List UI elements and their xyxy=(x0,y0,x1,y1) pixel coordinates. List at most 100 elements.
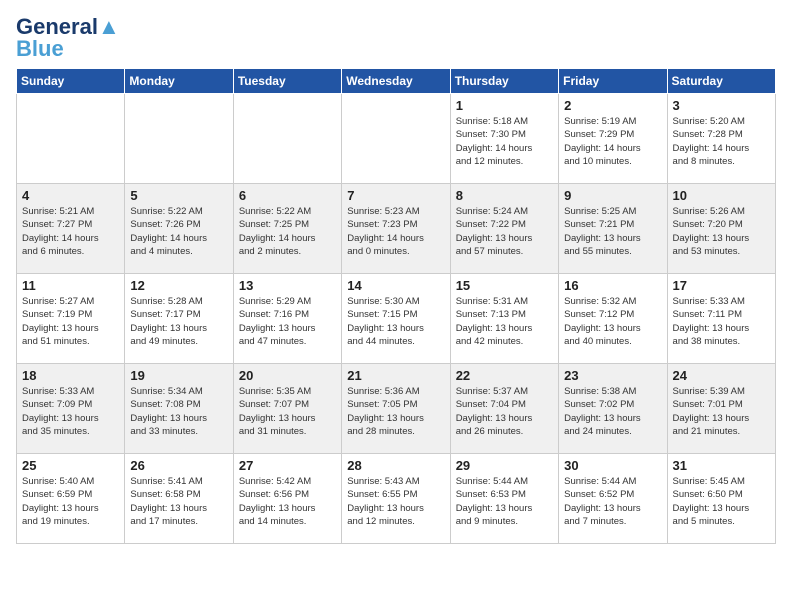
day-number: 25 xyxy=(22,458,119,473)
day-number: 10 xyxy=(673,188,770,203)
calendar-cell: 29 Sunrise: 5:44 AM Sunset: 6:53 PM Dayli… xyxy=(450,454,558,544)
calendar-cell xyxy=(342,94,450,184)
day-number: 18 xyxy=(22,368,119,383)
calendar-cell: 27 Sunrise: 5:42 AM Sunset: 6:56 PM Dayli… xyxy=(233,454,341,544)
day-number: 8 xyxy=(456,188,553,203)
calendar-cell: 10 Sunrise: 5:26 AM Sunset: 7:20 PM Dayli… xyxy=(667,184,775,274)
day-info: Sunrise: 5:30 AM Sunset: 7:15 PM Dayligh… xyxy=(347,295,444,348)
day-header-tuesday: Tuesday xyxy=(233,69,341,94)
day-info: Sunrise: 5:28 AM Sunset: 7:17 PM Dayligh… xyxy=(130,295,227,348)
day-info: Sunrise: 5:27 AM Sunset: 7:19 PM Dayligh… xyxy=(22,295,119,348)
day-number: 5 xyxy=(130,188,227,203)
day-number: 26 xyxy=(130,458,227,473)
day-number: 22 xyxy=(456,368,553,383)
day-info: Sunrise: 5:41 AM Sunset: 6:58 PM Dayligh… xyxy=(130,475,227,528)
calendar-cell: 6 Sunrise: 5:22 AM Sunset: 7:25 PM Daylig… xyxy=(233,184,341,274)
calendar-header: SundayMondayTuesdayWednesdayThursdayFrid… xyxy=(17,69,776,94)
calendar-cell: 25 Sunrise: 5:40 AM Sunset: 6:59 PM Dayli… xyxy=(17,454,125,544)
day-number: 19 xyxy=(130,368,227,383)
day-info: Sunrise: 5:29 AM Sunset: 7:16 PM Dayligh… xyxy=(239,295,336,348)
calendar-cell: 7Sunrise: 5:23 AM Sunset: 7:23 PM Daylig… xyxy=(342,184,450,274)
day-header-sunday: Sunday xyxy=(17,69,125,94)
day-info: Sunrise: 5:34 AM Sunset: 7:08 PM Dayligh… xyxy=(130,385,227,438)
calendar-cell: 21 Sunrise: 5:36 AM Sunset: 7:05 PM Dayli… xyxy=(342,364,450,454)
day-header-friday: Friday xyxy=(559,69,667,94)
calendar-cell xyxy=(233,94,341,184)
calendar-cell: 11 Sunrise: 5:27 AM Sunset: 7:19 PM Dayli… xyxy=(17,274,125,364)
calendar-cell: 4 Sunrise: 5:21 AM Sunset: 7:27 PM Daylig… xyxy=(17,184,125,274)
day-number: 21 xyxy=(347,368,444,383)
calendar-cell: 31Sunrise: 5:45 AM Sunset: 6:50 PM Dayli… xyxy=(667,454,775,544)
day-info: Sunrise: 5:20 AM Sunset: 7:28 PM Dayligh… xyxy=(673,115,770,168)
calendar-table: SundayMondayTuesdayWednesdayThursdayFrid… xyxy=(16,68,776,544)
calendar-cell: 28 Sunrise: 5:43 AM Sunset: 6:55 PM Dayli… xyxy=(342,454,450,544)
day-number: 28 xyxy=(347,458,444,473)
calendar-cell: 15Sunrise: 5:31 AM Sunset: 7:13 PM Dayli… xyxy=(450,274,558,364)
day-header-saturday: Saturday xyxy=(667,69,775,94)
calendar-cell: 19 Sunrise: 5:34 AM Sunset: 7:08 PM Dayli… xyxy=(125,364,233,454)
calendar-cell: 17 Sunrise: 5:33 AM Sunset: 7:11 PM Dayli… xyxy=(667,274,775,364)
day-number: 23 xyxy=(564,368,661,383)
calendar-cell: 14 Sunrise: 5:30 AM Sunset: 7:15 PM Dayli… xyxy=(342,274,450,364)
day-number: 24 xyxy=(673,368,770,383)
day-info: Sunrise: 5:18 AM Sunset: 7:30 PM Dayligh… xyxy=(456,115,553,168)
day-info: Sunrise: 5:31 AM Sunset: 7:13 PM Dayligh… xyxy=(456,295,553,348)
calendar-week-4: 18Sunrise: 5:33 AM Sunset: 7:09 PM Dayli… xyxy=(17,364,776,454)
calendar-cell: 22 Sunrise: 5:37 AM Sunset: 7:04 PM Dayli… xyxy=(450,364,558,454)
day-number: 31 xyxy=(673,458,770,473)
day-info: Sunrise: 5:21 AM Sunset: 7:27 PM Dayligh… xyxy=(22,205,119,258)
day-info: Sunrise: 5:25 AM Sunset: 7:21 PM Dayligh… xyxy=(564,205,661,258)
calendar-body: 1 Sunrise: 5:18 AM Sunset: 7:30 PM Daylig… xyxy=(17,94,776,544)
day-info: Sunrise: 5:42 AM Sunset: 6:56 PM Dayligh… xyxy=(239,475,336,528)
day-info: Sunrise: 5:43 AM Sunset: 6:55 PM Dayligh… xyxy=(347,475,444,528)
day-info: Sunrise: 5:40 AM Sunset: 6:59 PM Dayligh… xyxy=(22,475,119,528)
day-number: 11 xyxy=(22,278,119,293)
day-info: Sunrise: 5:22 AM Sunset: 7:26 PM Dayligh… xyxy=(130,205,227,258)
day-info: Sunrise: 5:32 AM Sunset: 7:12 PM Dayligh… xyxy=(564,295,661,348)
calendar-week-3: 11 Sunrise: 5:27 AM Sunset: 7:19 PM Dayli… xyxy=(17,274,776,364)
calendar-cell xyxy=(125,94,233,184)
day-number: 30 xyxy=(564,458,661,473)
day-info: Sunrise: 5:44 AM Sunset: 6:52 PM Dayligh… xyxy=(564,475,661,528)
day-info: Sunrise: 5:39 AM Sunset: 7:01 PM Dayligh… xyxy=(673,385,770,438)
day-number: 4 xyxy=(22,188,119,203)
day-number: 12 xyxy=(130,278,227,293)
day-number: 20 xyxy=(239,368,336,383)
calendar-cell: 20Sunrise: 5:35 AM Sunset: 7:07 PM Dayli… xyxy=(233,364,341,454)
calendar-cell: 12 Sunrise: 5:28 AM Sunset: 7:17 PM Dayli… xyxy=(125,274,233,364)
day-number: 29 xyxy=(456,458,553,473)
day-header-wednesday: Wednesday xyxy=(342,69,450,94)
calendar-cell xyxy=(17,94,125,184)
day-number: 7 xyxy=(347,188,444,203)
day-number: 3 xyxy=(673,98,770,113)
logo: General▲Blue xyxy=(16,16,120,60)
day-info: Sunrise: 5:22 AM Sunset: 7:25 PM Dayligh… xyxy=(239,205,336,258)
day-number: 27 xyxy=(239,458,336,473)
day-number: 1 xyxy=(456,98,553,113)
day-info: Sunrise: 5:37 AM Sunset: 7:04 PM Dayligh… xyxy=(456,385,553,438)
calendar-cell: 26 Sunrise: 5:41 AM Sunset: 6:58 PM Dayli… xyxy=(125,454,233,544)
day-info: Sunrise: 5:24 AM Sunset: 7:22 PM Dayligh… xyxy=(456,205,553,258)
calendar-cell: 9Sunrise: 5:25 AM Sunset: 7:21 PM Daylig… xyxy=(559,184,667,274)
calendar-cell: 24 Sunrise: 5:39 AM Sunset: 7:01 PM Dayli… xyxy=(667,364,775,454)
day-number: 14 xyxy=(347,278,444,293)
day-header-monday: Monday xyxy=(125,69,233,94)
day-number: 6 xyxy=(239,188,336,203)
logo-text: General▲Blue xyxy=(16,16,120,60)
calendar-week-5: 25 Sunrise: 5:40 AM Sunset: 6:59 PM Dayli… xyxy=(17,454,776,544)
day-header-thursday: Thursday xyxy=(450,69,558,94)
calendar-cell: 18Sunrise: 5:33 AM Sunset: 7:09 PM Dayli… xyxy=(17,364,125,454)
day-info: Sunrise: 5:36 AM Sunset: 7:05 PM Dayligh… xyxy=(347,385,444,438)
day-info: Sunrise: 5:44 AM Sunset: 6:53 PM Dayligh… xyxy=(456,475,553,528)
calendar-cell: 23 Sunrise: 5:38 AM Sunset: 7:02 PM Dayli… xyxy=(559,364,667,454)
page-header: General▲Blue xyxy=(16,16,776,60)
day-number: 17 xyxy=(673,278,770,293)
day-info: Sunrise: 5:19 AM Sunset: 7:29 PM Dayligh… xyxy=(564,115,661,168)
day-info: Sunrise: 5:38 AM Sunset: 7:02 PM Dayligh… xyxy=(564,385,661,438)
calendar-cell: 13Sunrise: 5:29 AM Sunset: 7:16 PM Dayli… xyxy=(233,274,341,364)
calendar-week-2: 4 Sunrise: 5:21 AM Sunset: 7:27 PM Daylig… xyxy=(17,184,776,274)
calendar-cell: 8 Sunrise: 5:24 AM Sunset: 7:22 PM Daylig… xyxy=(450,184,558,274)
day-info: Sunrise: 5:33 AM Sunset: 7:11 PM Dayligh… xyxy=(673,295,770,348)
day-info: Sunrise: 5:26 AM Sunset: 7:20 PM Dayligh… xyxy=(673,205,770,258)
calendar-cell: 3 Sunrise: 5:20 AM Sunset: 7:28 PM Daylig… xyxy=(667,94,775,184)
